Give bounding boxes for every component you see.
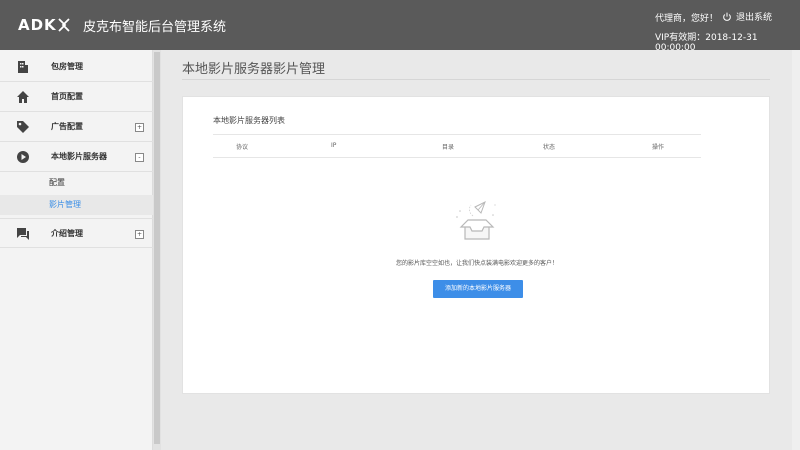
main-scrollbar[interactable] [792, 50, 800, 450]
sidebar-item-label: 包房管理 [51, 62, 83, 71]
logo-k-mark-icon [58, 18, 70, 32]
server-list-card: 本地影片服务器列表 协议 IP 目录 状态 操作 您的影片库空空如也，让我们快点… [182, 96, 770, 394]
divider [182, 79, 770, 80]
empty-state-message: 您的影片库空空如也，让我们快点装满电影欢迎更多的客户！ [395, 260, 558, 267]
empty-inbox-icon [456, 200, 496, 240]
logout-label: 退出系统 [736, 13, 773, 23]
column-header-directory: 目录 [442, 144, 455, 151]
sidebar-item-intro-management[interactable]: 介绍管理 + [0, 218, 153, 248]
add-server-button[interactable]: 添加新的本地影片服务器 [433, 280, 523, 298]
sidebar-item-label: 首页配置 [51, 92, 83, 101]
sidebar-scrollbar[interactable] [153, 50, 161, 450]
sidebar-item-room-management[interactable]: 包房管理 [0, 52, 153, 82]
column-header-actions: 操作 [652, 144, 665, 151]
page-title: 本地影片服务器影片管理 [182, 62, 326, 77]
scrollbar-thumb[interactable] [154, 52, 160, 444]
logo-text: ADK [18, 16, 57, 34]
card-title: 本地影片服务器列表 [213, 116, 285, 125]
sidebar-item-label: 本地影片服务器 [51, 152, 107, 161]
top-header: ADK 皮克布智能后台管理系统 代理商，您好！ 退出系统 VIP有效期：2018… [0, 0, 800, 53]
power-icon [723, 12, 731, 21]
vip-expiry: VIP有效期：2018-12-31 00:00:00 [655, 33, 758, 53]
home-icon [17, 91, 29, 103]
play-circle-icon [17, 151, 29, 163]
sidebar-item-label: 介绍管理 [51, 228, 83, 238]
sidebar-subitem-movie-management[interactable]: 影片管理 [0, 195, 153, 215]
sidebar-item-label: 广告配置 [51, 122, 83, 131]
table-header: 协议 IP 目录 状态 操作 [213, 134, 701, 158]
column-header-ip: IP [331, 142, 337, 149]
column-header-status: 状态 [543, 144, 556, 151]
logo: ADK [18, 16, 79, 34]
column-header-protocol: 协议 [236, 144, 249, 151]
building-icon [18, 61, 28, 73]
expand-toggle[interactable]: + [135, 230, 144, 239]
sidebar-item-home-config[interactable]: 首页配置 [0, 82, 153, 112]
logout-button[interactable]: 退出系统 [722, 10, 772, 23]
sidebar-item-local-movie-server[interactable]: 本地影片服务器 - [0, 142, 153, 172]
expand-toggle[interactable]: + [135, 123, 144, 132]
sidebar: 包房管理 首页配置 广告配置 + 本地影片服务器 - 配置 影片管理 介绍管理 … [0, 50, 153, 450]
app-title: 皮克布智能后台管理系统 [83, 20, 227, 35]
collapse-toggle[interactable]: - [135, 153, 144, 162]
tag-icon [17, 121, 29, 133]
sidebar-subitem-config[interactable]: 配置 [0, 173, 153, 193]
user-greeting: 代理商，您好！ [655, 14, 719, 24]
sidebar-item-ad-config[interactable]: 广告配置 + [0, 112, 153, 142]
chat-icon [17, 228, 29, 240]
